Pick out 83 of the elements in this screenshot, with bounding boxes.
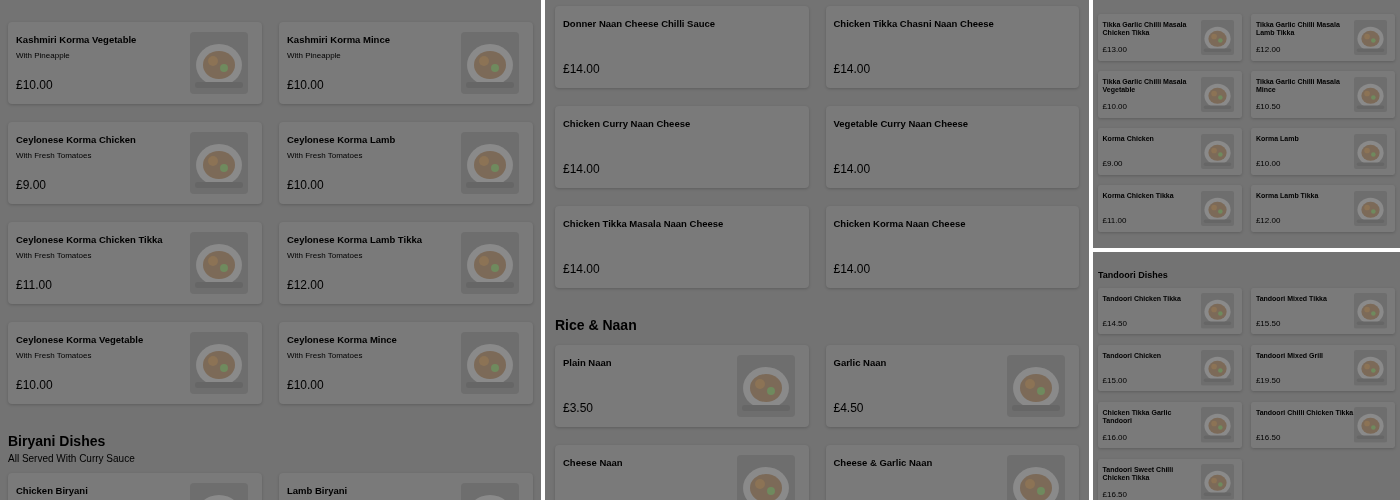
item-price: £16.50 <box>1102 489 1128 499</box>
item-price: £11.00 <box>1102 215 1128 225</box>
item-price: £3.50 <box>563 401 595 416</box>
menu-item-card[interactable]: Chicken Biryani <box>8 473 262 500</box>
item-price: £10.00 <box>287 178 325 192</box>
menu-item-card[interactable]: Chicken Curry Naan Cheese £14.00 <box>555 106 809 188</box>
item-name: Ceylonese Korma Chicken Tikka <box>16 234 164 246</box>
menu-item-card[interactable]: Ceylonese Korma Lamb With Fresh Tomatoes £10.00 <box>279 122 533 204</box>
item-price: £14.00 <box>563 162 601 176</box>
item-description: With Fresh Tomatoes <box>287 151 364 161</box>
item-name: Chicken Tikka Chasni Naan Cheese <box>833 18 995 30</box>
menu-item-card[interactable]: Ceylonese Korma Lamb Tikka With Fresh Tomatoes £12.00 <box>279 222 533 304</box>
menu-item-card[interactable]: Plain Naan £3.50 <box>555 345 809 428</box>
item-name: Cheese & Garlic Naan <box>833 457 934 469</box>
item-description: With Pineapple <box>287 51 342 61</box>
item-name: Lamb Biryani <box>287 485 349 497</box>
menu-item-card[interactable]: Cheese Naan <box>555 445 809 500</box>
item-price: £15.00 <box>1102 375 1128 385</box>
menu-item-card[interactable]: Ceylonese Korma Chicken Tikka With Fresh Tomatoes £11.00 <box>8 222 262 304</box>
item-name: Ceylonese Korma Vegetable <box>16 334 145 346</box>
item-name: Plain Naan <box>563 357 613 369</box>
item-name: Chicken Tikka Masala Naan Cheese <box>563 218 725 230</box>
item-price: £19.50 <box>1255 375 1282 385</box>
item-price: £10.50 <box>1255 101 1282 111</box>
item-name: Kashmiri Korma Vegetable <box>16 34 138 46</box>
menu-item-card[interactable]: Vegetable Curry Naan Cheese £14.00 <box>825 106 1079 188</box>
menu-item-card[interactable]: Kashmiri Korma Mince With Pineapple £10.00 <box>279 22 533 104</box>
item-price: £14.00 <box>563 62 601 76</box>
item-description: With Fresh Tomatoes <box>16 351 93 361</box>
item-price: £13.00 <box>1102 44 1128 54</box>
item-name: Ceylonese Korma Chicken <box>16 134 137 146</box>
item-description: With Fresh Tomatoes <box>16 251 93 261</box>
item-price: £14.00 <box>833 162 872 176</box>
item-name: Ceylonese Korma Lamb <box>287 134 397 146</box>
item-price: £12.00 <box>1255 215 1282 225</box>
item-description: With Fresh Tomatoes <box>16 151 93 161</box>
item-description: With Fresh Tomatoes <box>287 351 364 361</box>
item-name: Cheese Naan <box>563 457 624 469</box>
item-name: Chicken Biryani <box>16 485 89 497</box>
menu-item-card[interactable]: Chicken Tikka Masala Naan Cheese £14.00 <box>555 206 809 288</box>
item-price: £16.00 <box>1102 432 1128 442</box>
section-subtitle: All Served With Curry Sauce <box>8 453 136 465</box>
menu-item-card[interactable]: Ceylonese Korma Chicken With Fresh Tomatoes £9.00 <box>8 122 262 204</box>
item-price: £10.00 <box>16 78 54 92</box>
menu-item-card[interactable]: Ceylonese Korma Mince With Fresh Tomatoes £10.00 <box>279 322 533 404</box>
item-price: £14.00 <box>563 262 601 276</box>
menu-item-card[interactable]: Garlic Naan £4.50 <box>825 345 1079 428</box>
menu-item-card[interactable]: Lamb Biryani <box>279 473 533 500</box>
item-price: £9.00 <box>1102 158 1124 168</box>
item-price: £15.50 <box>1255 318 1282 328</box>
menu-item-card[interactable]: Ceylonese Korma Vegetable With Fresh Tomatoes £10.00 <box>8 322 262 404</box>
item-price: £14.00 <box>833 62 872 76</box>
item-name: Chicken Curry Naan Cheese <box>563 118 692 130</box>
item-price: £4.50 <box>833 401 865 416</box>
menu-item-card[interactable]: Kashmiri Korma Vegetable With Pineapple £10.00 <box>8 22 262 104</box>
item-price: £10.00 <box>16 378 54 392</box>
menu-item-card[interactable]: Donner Naan Cheese Chilli Sauce £14.00 <box>555 6 809 88</box>
menu-item-card[interactable]: Chicken Tikka Chasni Naan Cheese £14.00 <box>825 6 1079 88</box>
item-name: Kashmiri Korma Mince <box>287 34 391 46</box>
item-price: £9.00 <box>16 178 48 192</box>
item-price: £14.50 <box>1102 318 1128 328</box>
item-price: £14.00 <box>833 262 872 276</box>
item-price: £16.50 <box>1255 432 1282 442</box>
item-price: £10.00 <box>287 378 325 392</box>
item-description: With Pineapple <box>16 51 71 61</box>
item-name: Chicken Korma Naan Cheese <box>833 218 967 230</box>
item-description: With Fresh Tomatoes <box>287 251 364 261</box>
item-name: Ceylonese Korma Mince <box>287 334 398 346</box>
item-price: £10.00 <box>1255 158 1282 168</box>
item-name: Donner Naan Cheese Chilli Sauce <box>563 18 717 30</box>
item-name: Ceylonese Korma Lamb Tikka <box>287 234 423 246</box>
item-price: £10.00 <box>287 78 325 92</box>
item-name: Vegetable Curry Naan Cheese <box>833 118 970 130</box>
menu-item-card[interactable]: Cheese & Garlic Naan <box>825 445 1079 500</box>
section-heading: Biryani Dishes <box>8 434 107 450</box>
item-name: Garlic Naan <box>833 357 888 369</box>
item-price: £10.00 <box>1102 101 1128 111</box>
item-price: £12.00 <box>287 278 325 292</box>
menu-item-card[interactable]: Chicken Korma Naan Cheese £14.00 <box>825 206 1079 288</box>
item-price: £11.00 <box>16 278 53 292</box>
section-heading: Rice & Naan <box>555 318 638 334</box>
section-heading: Tandoori Dishes <box>1098 271 1169 281</box>
item-price: £12.00 <box>1255 44 1282 54</box>
